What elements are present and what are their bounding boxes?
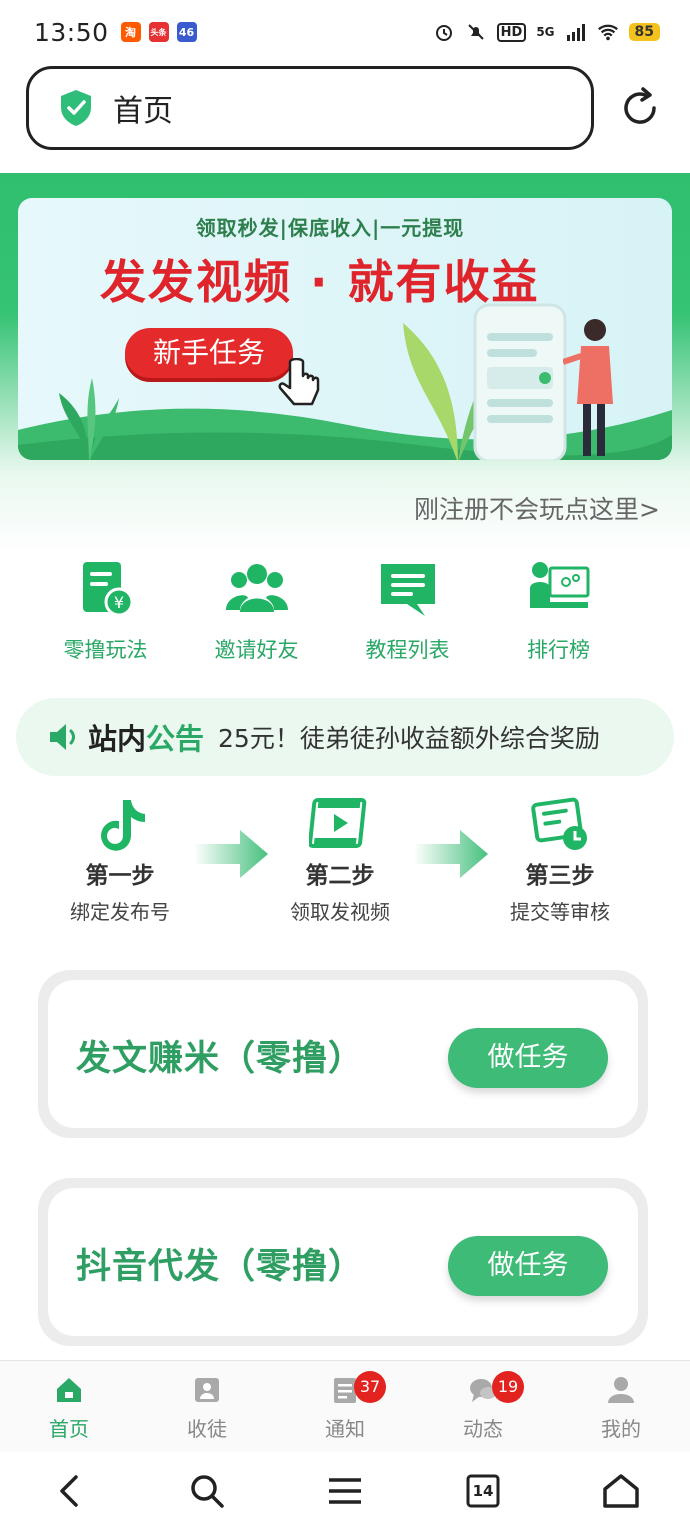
step-desc: 绑定发布号 [70,900,170,924]
announcement-bar[interactable]: 站内 公告 25元！徒弟徒孙收益额外综合奖励 [16,698,674,776]
announcement-label-2: 公告 [146,722,205,756]
announcement-text: 25元！徒弟徒孙收益额外综合奖励 [218,724,600,753]
svg-text:¥: ¥ [113,593,123,612]
bottom-tab-bar: 首页 收徒 通知 37 动态 19 我的 [0,1360,690,1452]
tab-label: 通知 [325,1417,365,1441]
home-icon [57,1378,81,1402]
announcement-heading: 站内 公告 [48,716,204,758]
game-app-icon: 46 [176,22,197,42]
recruit-icon [195,1378,219,1402]
step-3: 第三步 提交等审核 [480,796,640,925]
banner-subtitle: 领取秒发|保底收入|一元提现 [195,216,465,240]
status-time: 13:50 [34,17,109,47]
document-yuan-icon: ¥ [82,562,133,617]
mute-icon [465,21,487,43]
quick-label: 排行榜 [527,638,590,662]
quick-item-zero-play[interactable]: ¥ 零撸玩法 [30,558,181,678]
menu-button[interactable] [325,1471,365,1511]
taobao-app-icon: 淘 [120,22,141,42]
network-type: 5G [536,25,555,39]
ranking-monitor-icon [529,562,589,608]
reload-icon[interactable] [618,86,662,130]
do-task-button[interactable]: 做任务 [448,1028,608,1088]
quick-item-ranking[interactable]: 排行榜 [483,558,634,678]
system-navigation-bar: 14 [0,1455,690,1527]
task-card: 抖音代发（零撸） 做任务 [38,1178,648,1346]
newbie-task-button[interactable]: 新手任务 [125,328,293,378]
tab-label: 动态 [463,1417,503,1441]
quick-item-tutorials[interactable]: 教程列表 [332,558,483,678]
quick-label: 零撸玩法 [63,638,148,662]
wifi-icon [597,21,619,43]
tabs-count: 14 [472,1482,494,1500]
tab-label: 收徒 [187,1417,227,1441]
search-button[interactable] [187,1471,227,1511]
video-film-icon [309,798,367,848]
step-title: 第一步 [85,863,155,889]
battery-indicator: 85 [628,23,660,41]
tab-recruit[interactable]: 收徒 [138,1361,276,1452]
tab-feed[interactable]: 动态 19 [414,1361,552,1452]
back-icon [60,1475,78,1507]
quick-item-invite-friends[interactable]: 邀请好友 [181,558,332,678]
task-title: 抖音代发（零撸） [76,1247,365,1287]
quick-label: 教程列表 [365,638,450,662]
quick-menu: ¥ 零撸玩法 邀请好友 教程列表 排行榜 [30,558,650,678]
promo-banner[interactable]: 领取秒发|保底收入|一元提现 发发视频 · 就有收益 新手任务 [18,198,672,460]
tab-notice[interactable]: 通知 37 [276,1361,414,1452]
signal-icon [565,21,587,43]
step-1: 第一步 绑定发布号 [40,796,200,925]
step-2: 第二步 领取发视频 [260,796,420,925]
quick-label: 邀请好友 [214,638,299,662]
pointer-hand-icon [278,358,320,406]
task-title: 发文赚米（零撸） [76,1039,365,1079]
task-card: 发文赚米（零撸） 做任务 [38,970,648,1138]
review-clock-icon [531,797,587,850]
home-button[interactable] [601,1471,641,1511]
woman-illustration [563,319,613,456]
arrow-right-icon [194,830,268,878]
step-desc: 提交等审核 [510,900,610,924]
address-bar[interactable]: 首页 [26,66,594,150]
step-title: 第二步 [305,863,375,889]
alarm-icon [433,21,455,43]
task-card-body: 发文赚米（零撸） 做任务 [48,980,638,1128]
notice-badge: 37 [354,1371,386,1403]
secure-shield-icon [61,90,91,126]
tiktok-icon [101,800,145,851]
hd-indicator: HD [496,22,527,42]
steps-flow: 第一步 绑定发布号 第二步 领取发视频 第三步 提交等审核 [40,796,650,936]
banner-title: 发发视频 · 就有收益 [100,255,540,309]
step-desc: 领取发视频 [290,900,390,924]
arrow-right-icon [414,830,488,878]
people-icon [225,564,288,612]
tab-home[interactable]: 首页 [0,1361,138,1452]
step-title: 第三步 [525,863,595,889]
announcement-label-1: 站内 [88,722,147,756]
phone-illustration [473,303,567,460]
page-title: 首页 [113,94,173,129]
plant-left-icon [59,378,119,460]
status-bar: 13:50 淘 头条 46 HD 5G 85 [0,0,690,64]
back-button[interactable] [49,1471,89,1511]
speaker-icon [50,724,75,750]
tab-label: 我的 [601,1417,641,1441]
tab-mine[interactable]: 我的 [552,1361,690,1452]
newbie-guide-link[interactable]: 刚注册不会玩点这里> [414,490,660,526]
message-list-icon [380,564,435,616]
toutiao-app-icon: 头条 [148,22,169,42]
user-icon [608,1377,634,1403]
status-indicators: HD 5G 85 [433,21,660,43]
search-icon [191,1475,224,1508]
status-app-icons: 淘 头条 46 [120,22,197,42]
feed-badge: 19 [492,1371,524,1403]
tabs-button[interactable]: 14 [463,1471,503,1511]
tab-label: 首页 [49,1417,89,1441]
menu-icon [329,1478,361,1504]
home-nav-icon [603,1474,639,1508]
do-task-button[interactable]: 做任务 [448,1236,608,1296]
task-card-body: 抖音代发（零撸） 做任务 [48,1188,638,1336]
